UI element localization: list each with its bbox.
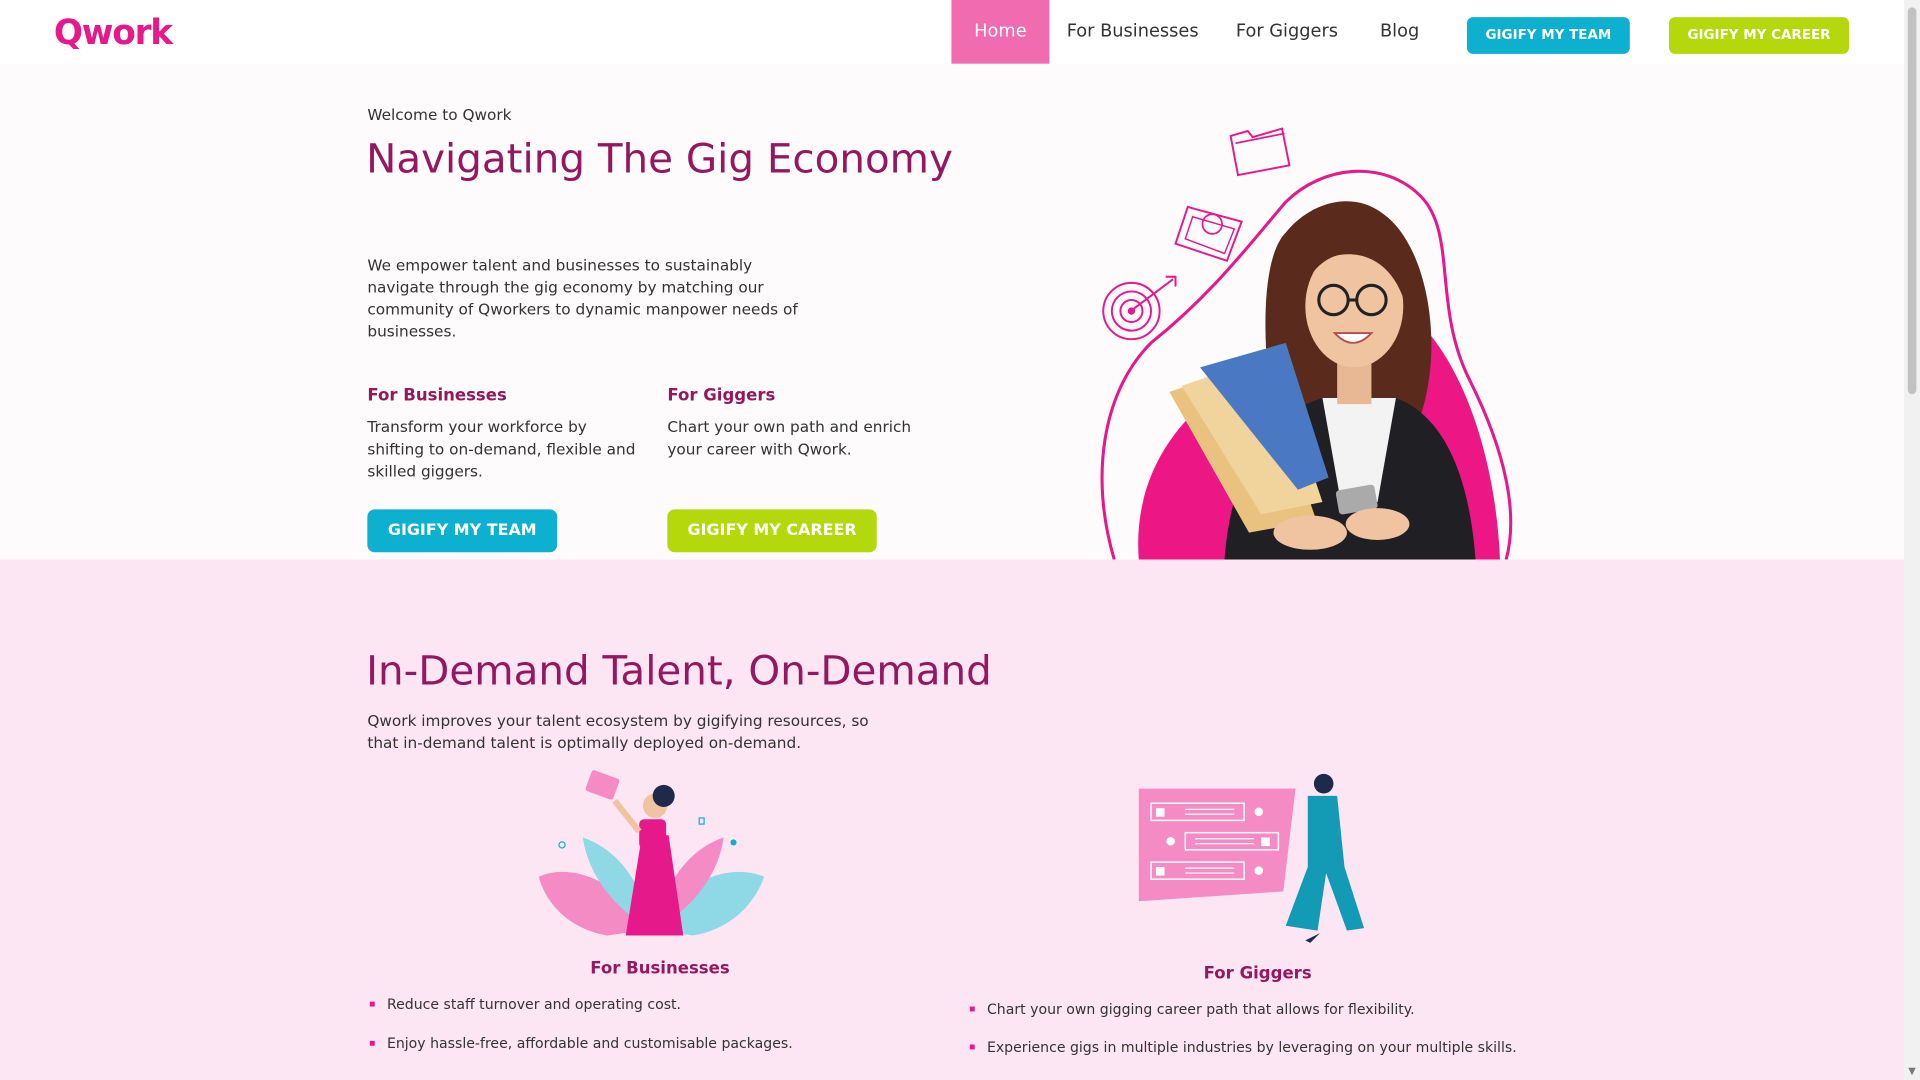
businesses-bullet: Reduce staff turnover and operating cost…: [369, 996, 681, 1013]
site-header: Qwork Home For Businesses For Giggers Bl…: [0, 0, 1905, 64]
scroll-down-arrow-icon[interactable]: ▼: [1907, 1066, 1918, 1077]
nav-for-businesses[interactable]: For Businesses: [1060, 0, 1204, 64]
talent-title: In-Demand Talent, On-Demand: [366, 646, 992, 695]
hero-businesses-heading: For Businesses: [367, 385, 507, 406]
businesses-bullet: Enjoy hassle-free, affordable and custom…: [369, 1035, 793, 1052]
hero-giggers-text: Chart your own path and enrich your care…: [667, 417, 912, 458]
page-viewport: Qwork Home For Businesses For Giggers Bl…: [0, 0, 1920, 1080]
qwork-logo[interactable]: Qwork: [54, 12, 173, 52]
nav-for-giggers[interactable]: For Giggers: [1227, 0, 1347, 64]
hero-description: We empower talent and businesses to sust…: [367, 255, 798, 341]
talent-section: [0, 559, 1905, 1080]
hero-gigify-team-button[interactable]: GIGIFY MY TEAM: [367, 509, 558, 553]
hero-businesses-text: Transform your workforce by shifting to …: [367, 417, 636, 481]
welcome-text: Welcome to Qwork: [367, 105, 512, 124]
page-scrollbar[interactable]: ▼: [1904, 0, 1920, 1080]
scrollbar-thumb[interactable]: [1907, 7, 1917, 395]
laptop-outline-icon: [1174, 205, 1243, 263]
nav-blog[interactable]: Blog: [1369, 0, 1430, 64]
folder-outline-icon: [1229, 127, 1291, 177]
giggers-woman-illustration: [1138, 773, 1365, 943]
bullet-square-icon: [969, 1005, 975, 1011]
businesses-woman-illustration: [538, 770, 765, 936]
giggers-bullet: Chart your own gigging career path that …: [969, 1000, 1415, 1018]
bullet-square-icon: [369, 1040, 375, 1046]
header-gigify-career-button[interactable]: GIGIFY MY CAREER: [1668, 17, 1849, 54]
talent-giggers-heading: For Giggers: [1203, 963, 1312, 984]
hero-title: Navigating The Gig Economy: [366, 134, 953, 183]
talent-businesses-heading: For Businesses: [590, 958, 730, 979]
header-gigify-team-button[interactable]: GIGIFY MY TEAM: [1466, 17, 1630, 54]
hero-gigify-career-button[interactable]: GIGIFY MY CAREER: [667, 509, 877, 553]
nav-home[interactable]: Home: [951, 0, 1050, 64]
target-icon: [1102, 275, 1177, 341]
bullet-square-icon: [969, 1043, 975, 1049]
bullet-square-icon: [369, 1001, 375, 1006]
hero-giggers-heading: For Giggers: [667, 385, 776, 406]
talent-description: Qwork improves your talent ecosystem by …: [367, 711, 869, 752]
giggers-bullet: Experience gigs in multiple industries b…: [969, 1038, 1517, 1056]
